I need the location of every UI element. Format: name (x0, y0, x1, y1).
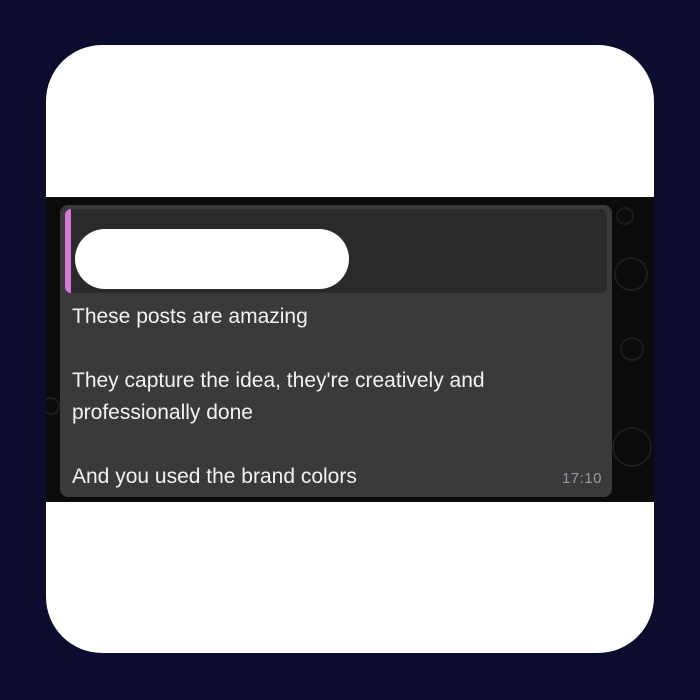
quote-accent-bar (65, 209, 71, 293)
message-line: And you used the brand colors (72, 465, 357, 488)
wallpaper-doodle (616, 207, 634, 225)
chat-background: These posts are amazing They capture the… (46, 197, 654, 502)
wallpaper-doodle (612, 427, 652, 467)
message-line: These posts are amazing (72, 305, 308, 328)
quoted-reply[interactable] (65, 209, 607, 293)
wallpaper-doodle (620, 337, 644, 361)
message-line: professionally done (72, 401, 253, 424)
message-line: They capture the idea, they're creativel… (72, 369, 485, 392)
screenshot-card: These posts are amazing They capture the… (46, 45, 654, 653)
message-timestamp: 17:10 (561, 470, 602, 487)
wallpaper-doodle (46, 397, 60, 415)
wallpaper-doodle (614, 257, 648, 291)
redacted-quote-content (75, 229, 349, 289)
message-bubble[interactable]: These posts are amazing They capture the… (60, 205, 612, 497)
